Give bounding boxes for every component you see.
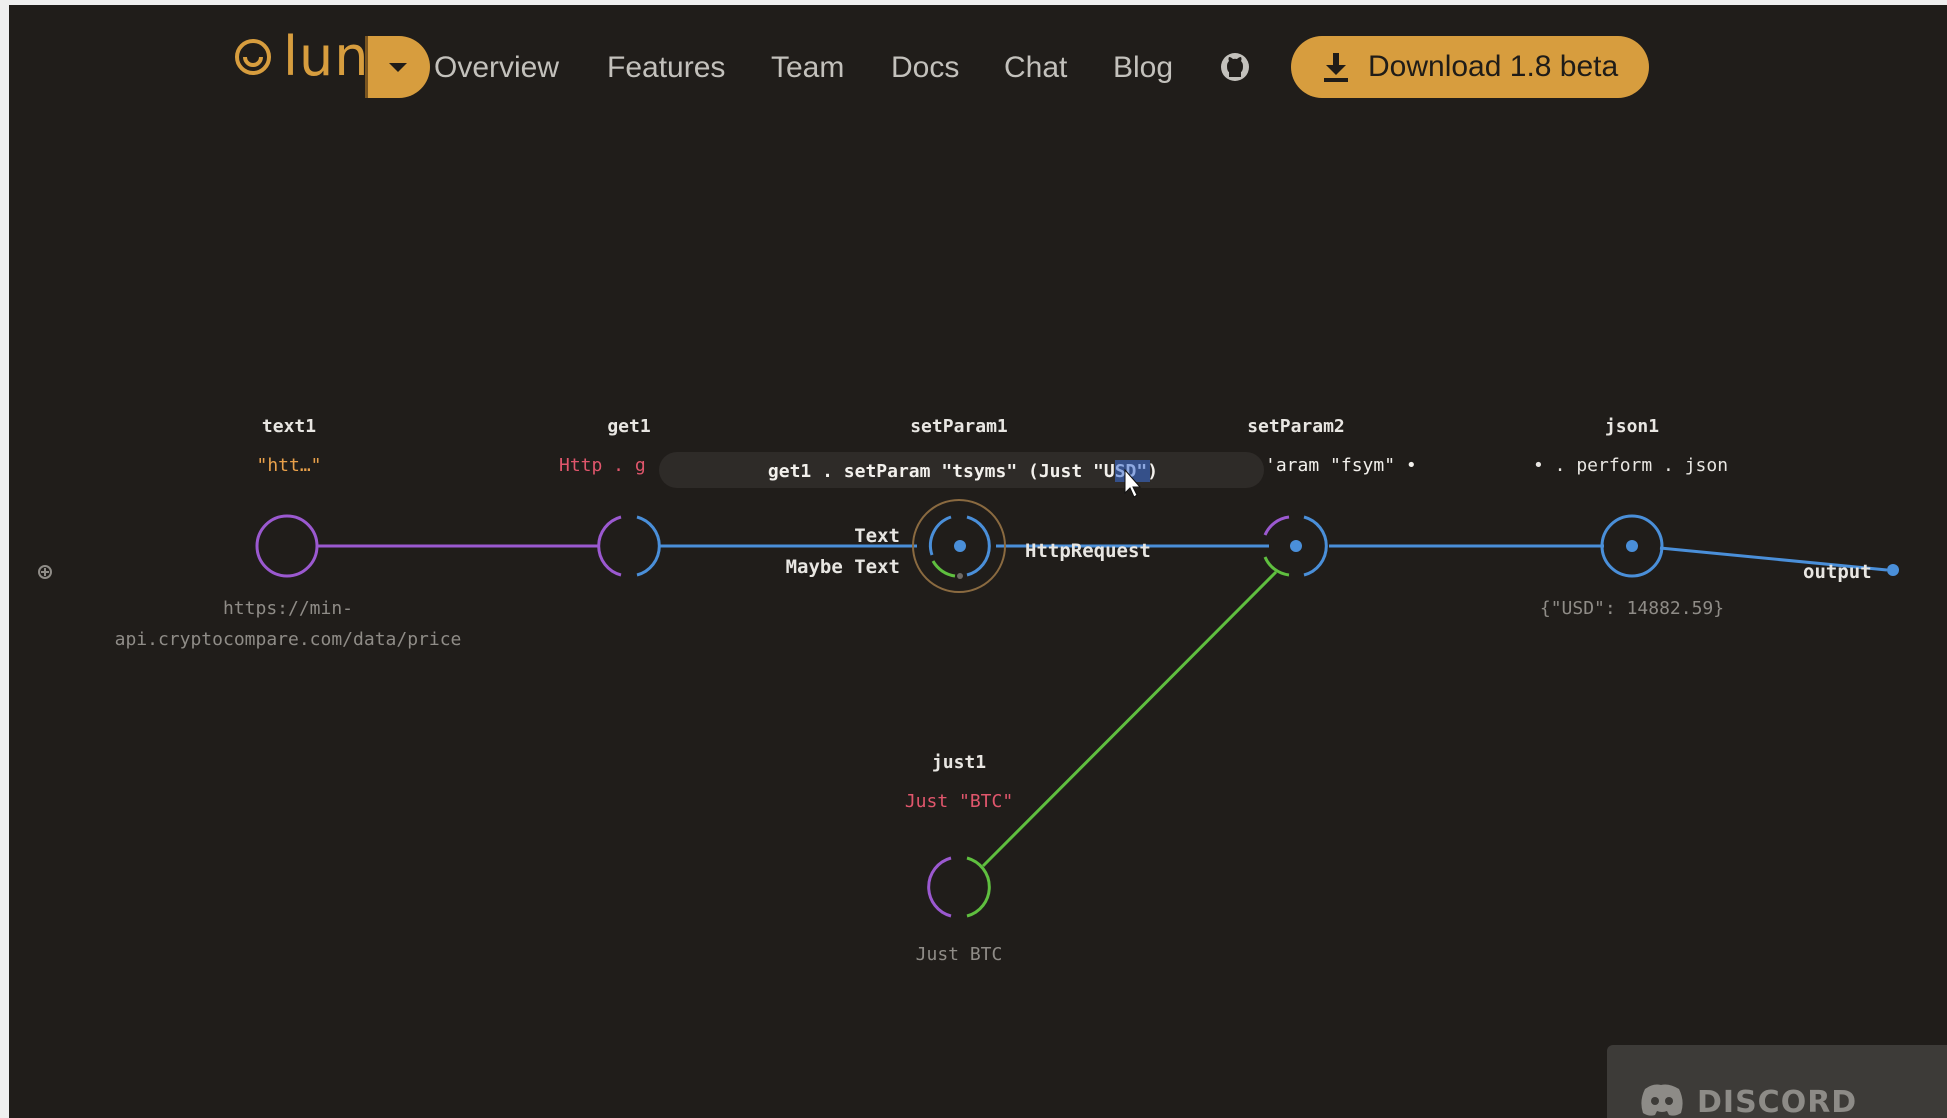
node-title-just1: just1 [932,752,986,773]
node-value-just1: Just BTC [916,944,1003,965]
expression-editor-input[interactable]: get1 . setParam "tsyms" (Just "USD") [768,461,1158,482]
download-separator [365,36,368,98]
github-icon[interactable] [1219,51,1251,83]
nav-team[interactable]: Team [771,51,844,85]
node-setParam2[interactable] [1263,515,1328,577]
output-label: output [1803,561,1872,583]
node-expr-json1[interactable]: • . perform . json [1533,455,1728,476]
discord-label: DISCORD [1697,1085,1858,1118]
node-title-setParam2: setParam2 [1247,416,1345,437]
nav-features[interactable]: Features [607,51,725,85]
node-value-text1-line2: api.cryptocompare.com/data/price [115,629,462,650]
out-port-label-httprequest: HttpRequest [1025,540,1151,562]
in-port-label-maybe-text: Maybe Text [786,556,900,578]
download-button[interactable]: Download 1.8 beta [1291,36,1649,98]
node-title-text1: text1 [262,416,316,437]
app-frame: text1 "htt…" https://min- api.cryptocomp… [9,5,1947,1118]
node-expr-text1[interactable]: "htt…" [256,455,321,476]
discord-widget[interactable]: DISCORD [1607,1045,1947,1118]
download-icon [1324,53,1348,82]
node-graph-canvas[interactable]: text1 "htt…" https://min- api.cryptocomp… [9,5,1947,1118]
node-title-setParam1: setParam1 [910,416,1008,437]
discord-icon [1641,1084,1683,1116]
download-label: Download 1.8 beta [1368,50,1619,83]
node-json1[interactable] [1600,514,1664,578]
top-navbar: luna Overview Features Team Docs Chat Bl… [9,5,1947,125]
download-main[interactable]: Download 1.8 beta [1291,36,1649,98]
node-setParam1[interactable] [912,499,1006,593]
nav-overview[interactable]: Overview [434,51,559,85]
output-port[interactable] [1887,564,1899,576]
nav-docs[interactable]: Docs [891,51,959,85]
add-node-icon[interactable] [38,565,52,579]
caret-down-icon [389,63,407,72]
node-text1[interactable] [255,514,319,578]
node-expr-get1[interactable]: Http . g [559,455,646,476]
node-title-json1: json1 [1605,416,1659,437]
node-expr-setParam2[interactable]: 'aram "fsym" • [1265,455,1417,476]
in-port-label-text: Text [854,525,900,547]
nav-blog[interactable]: Blog [1113,51,1173,85]
nav-chat[interactable]: Chat [1004,51,1067,85]
node-value-text1-line1: https://min- [223,598,353,619]
node-expr-just1[interactable]: Just "BTC" [905,791,1013,812]
node-get1[interactable] [597,515,661,577]
node-title-get1: get1 [607,416,650,437]
edge-just1-setParam2 [981,570,1278,868]
node-just1[interactable] [927,856,991,918]
download-dropdown-button[interactable] [367,36,430,98]
node-value-json1: {"USD": 14882.59} [1540,598,1724,619]
luna-logo-icon [235,39,271,75]
